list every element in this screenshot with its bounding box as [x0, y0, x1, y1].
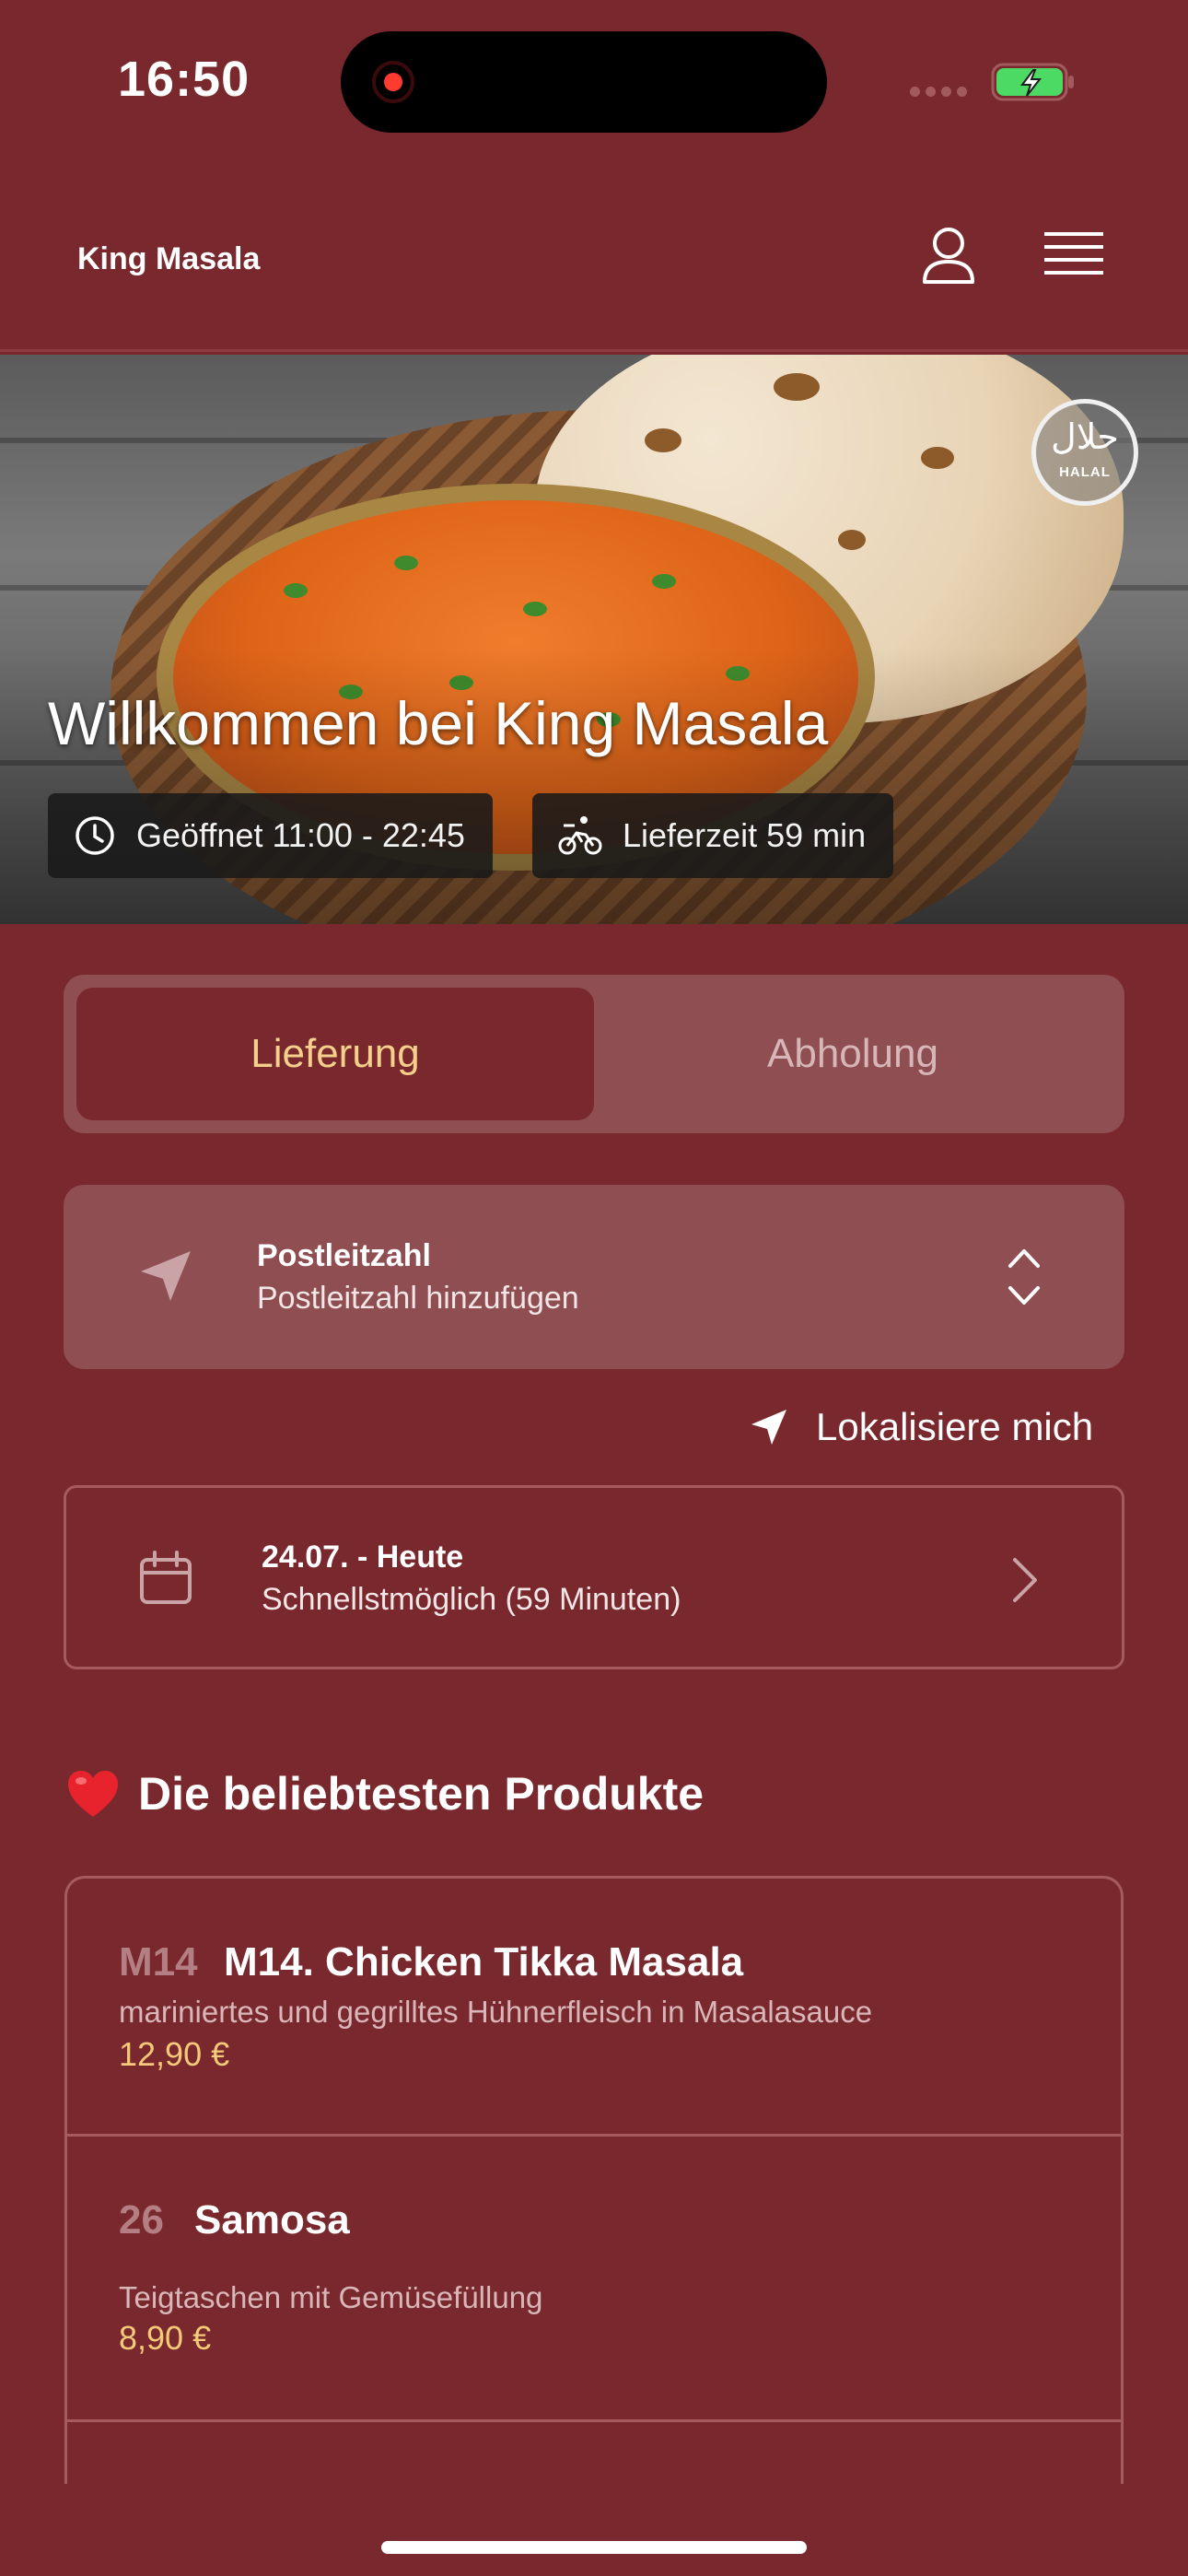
signal-icon: [910, 85, 974, 98]
delivery-time-text: Lieferzeit 59 min: [623, 816, 867, 854]
product-name: M14. Chicken Tikka Masala: [224, 1939, 744, 1985]
calendar-icon: [140, 1551, 192, 1604]
user-icon[interactable]: [915, 223, 982, 289]
product-description: mariniertes und gegrilltes Hühnerfleisch…: [119, 1995, 873, 2029]
opening-hours-text: Geöffnet 11:00 - 22:45: [136, 816, 465, 854]
delivery-time-selector[interactable]: 24.07. - Heute Schnellstmöglich (59 Minu…: [64, 1485, 1124, 1669]
product-name: Samosa: [194, 2197, 350, 2242]
home-indicator[interactable]: [381, 2541, 807, 2554]
location-arrow-icon: [751, 1410, 786, 1445]
postal-code-selector[interactable]: Postleitzahl Postleitzahl hinzufügen: [64, 1185, 1124, 1369]
tab-delivery[interactable]: Lieferung: [76, 988, 594, 1120]
postal-code-label: Postleitzahl: [257, 1238, 431, 1273]
recording-indicator-icon: [372, 61, 414, 103]
delivery-date: 24.07. - Heute: [262, 1540, 464, 1575]
status-bar: 16:50: [0, 0, 1188, 157]
app-header: King Masala: [0, 157, 1188, 352]
postal-code-placeholder: Postleitzahl hinzufügen: [257, 1281, 579, 1316]
halal-badge-arabic: حلال: [1051, 416, 1119, 457]
delivery-time-chip: Lieferzeit 59 min: [532, 793, 894, 878]
location-arrow-icon: [141, 1251, 191, 1301]
opening-hours-chip: Geöffnet 11:00 - 22:45: [48, 793, 493, 878]
order-mode-toggle: Lieferung Abholung: [64, 975, 1124, 1133]
locate-me-label: Lokalisiere mich: [816, 1405, 1094, 1448]
bicycle-icon: [558, 816, 602, 855]
product-item[interactable]: 26 Samosa Teigtaschen mit Gemüsefüllung …: [67, 2137, 1121, 2422]
status-time: 16:50: [118, 52, 250, 107]
battery-icon: [991, 63, 1074, 101]
product-item[interactable]: M14 M14. Chicken Tikka Masala marinierte…: [67, 1879, 1121, 2137]
dynamic-island: [341, 31, 827, 133]
product-code: 26: [119, 2197, 164, 2242]
product-price: 8,90 €: [119, 2319, 212, 2357]
product-code: M14: [119, 1939, 198, 1985]
app-screen: 16:50 King Masala حلال HALAL Willkommen …: [0, 0, 1188, 2576]
brand-name[interactable]: King Masala: [77, 241, 260, 277]
hero-title: Willkommen bei King Masala: [48, 689, 829, 757]
popular-products-list: M14 M14. Chicken Tikka Masala marinierte…: [64, 1876, 1124, 2484]
popular-products-heading: Die beliebtesten Produkte: [66, 1767, 704, 1821]
halal-badge-label: HALAL: [1059, 464, 1111, 480]
delivery-time-option: Schnellstmöglich (59 Minuten): [262, 1582, 681, 1617]
menu-icon[interactable]: [1041, 228, 1107, 284]
popular-products-title: Die beliebtesten Produkte: [138, 1768, 705, 1820]
locate-me-button[interactable]: Lokalisiere mich: [748, 1400, 1093, 1454]
chevron-updown-icon: [1008, 1249, 1040, 1305]
product-price: 12,90 €: [119, 2035, 230, 2073]
product-description: Teigtaschen mit Gemüsefüllung: [119, 2280, 543, 2314]
hero-banner: حلال HALAL Willkommen bei King Masala Ge…: [0, 355, 1188, 924]
clock-icon: [76, 816, 114, 855]
chevron-right-icon: [1013, 1558, 1037, 1602]
tab-pickup[interactable]: Abholung: [594, 988, 1112, 1120]
heart-icon: [68, 1771, 118, 1817]
halal-badge-icon: حلال HALAL: [1031, 399, 1138, 506]
